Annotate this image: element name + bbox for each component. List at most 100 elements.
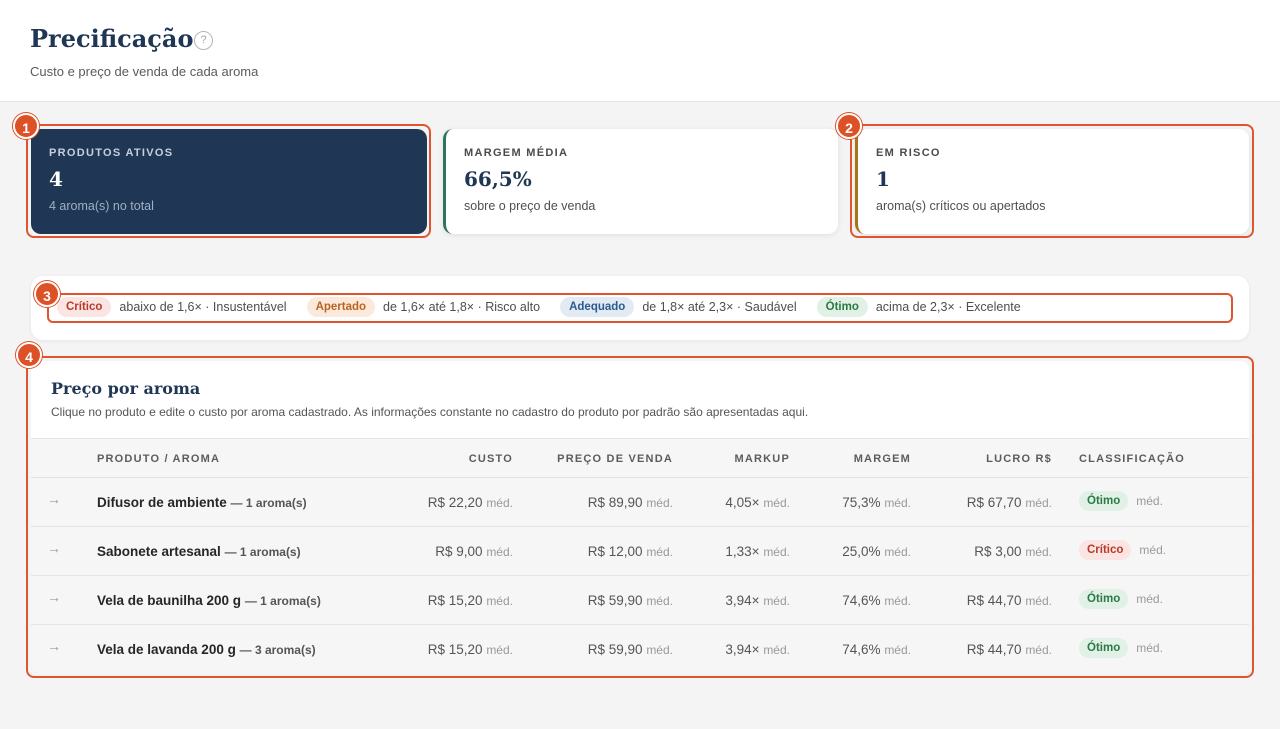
price-value: R$ 89,90 bbox=[587, 495, 643, 510]
margin-value: 75,3% bbox=[842, 495, 881, 510]
annotation-badge-1: 1 bbox=[13, 113, 39, 139]
cell-custo: R$ 15,20 méd. bbox=[428, 593, 513, 608]
product-aroma-count: — 1 aroma(s) bbox=[224, 545, 301, 559]
markup-value: 1,33× bbox=[725, 544, 760, 559]
legend-tag-otimo: Ótimo bbox=[816, 297, 868, 317]
page-header: Precificação ? Custo e preço de venda de… bbox=[0, 0, 1280, 102]
page-subtitle: Custo e preço de venda de cada aroma bbox=[30, 64, 259, 79]
col-header-classificacao: CLASSIFICAÇÃO bbox=[1079, 453, 1186, 465]
table-row[interactable]: → Sabonete artesanal — 1 aroma(s) R$ 9,0… bbox=[31, 527, 1249, 576]
card-label: PRODUTOS ATIVOS bbox=[49, 147, 174, 159]
page-title: Precificação bbox=[30, 24, 194, 53]
status-badge: Crítico bbox=[1079, 540, 1132, 560]
med-label: méd. bbox=[763, 496, 790, 510]
help-icon[interactable]: ? bbox=[194, 31, 213, 50]
annotation-badge-4: 4 bbox=[16, 342, 42, 368]
cost-value: R$ 15,20 bbox=[427, 593, 483, 608]
med-label: méd. bbox=[763, 643, 790, 657]
col-header-produto: PRODUTO / AROMA bbox=[97, 453, 221, 465]
arrow-right-icon[interactable]: → bbox=[47, 638, 61, 654]
col-header-margem: MARGEM bbox=[853, 453, 911, 465]
price-value: R$ 12,00 bbox=[587, 544, 643, 559]
cell-preco: R$ 59,90 méd. bbox=[588, 642, 673, 657]
cell-classificacao: Ótimo méd. bbox=[1079, 589, 1163, 609]
legend-desc-adequado: de 1,8× até 2,3× · Saudável bbox=[642, 300, 797, 314]
legend-desc-critico: abaixo de 1,6× · Insustentável bbox=[119, 300, 287, 314]
col-header-markup: MARKUP bbox=[734, 453, 790, 465]
med-label: méd. bbox=[486, 545, 513, 559]
price-value: R$ 59,90 bbox=[587, 642, 643, 657]
cell-margem: 25,0% méd. bbox=[842, 544, 911, 559]
product-title: Vela de baunilha 200 g bbox=[97, 593, 242, 608]
cell-markup: 4,05× méd. bbox=[725, 495, 790, 510]
card-desc: sobre o preço de venda bbox=[464, 199, 596, 213]
markup-value: 3,94× bbox=[725, 593, 760, 608]
arrow-right-icon[interactable]: → bbox=[47, 491, 61, 507]
profit-value: R$ 44,70 bbox=[966, 642, 1022, 657]
product-aroma-count: — 3 aroma(s) bbox=[239, 643, 316, 657]
cell-margem: 75,3% méd. bbox=[842, 495, 911, 510]
product-aroma-count: — 1 aroma(s) bbox=[230, 496, 307, 510]
table-row[interactable]: → Difusor de ambiente — 1 aroma(s) R$ 22… bbox=[31, 478, 1249, 527]
cell-lucro: R$ 44,70 méd. bbox=[967, 642, 1052, 657]
legend-tag-adequado: Adequado bbox=[560, 297, 635, 317]
med-label: méd. bbox=[646, 643, 673, 657]
price-table-panel: Preço por aroma Clique no produto e edit… bbox=[31, 361, 1249, 673]
card-desc: aroma(s) críticos ou apertados bbox=[876, 199, 1046, 213]
med-label: méd. bbox=[884, 496, 911, 510]
product-name[interactable]: Difusor de ambiente — 1 aroma(s) bbox=[97, 495, 307, 510]
cell-markup: 3,94× méd. bbox=[725, 642, 790, 657]
margin-value: 74,6% bbox=[842, 593, 881, 608]
cell-classificacao: Ótimo méd. bbox=[1079, 491, 1163, 511]
margin-value: 25,0% bbox=[842, 544, 881, 559]
med-label: méd. bbox=[646, 545, 673, 559]
annotation-badge-3: 3 bbox=[34, 281, 60, 307]
card-label: EM RISCO bbox=[876, 147, 941, 159]
product-title: Sabonete artesanal bbox=[97, 544, 221, 559]
med-label: méd. bbox=[1025, 643, 1052, 657]
col-header-lucro: LUCRO R$ bbox=[986, 453, 1052, 465]
card-value: 66,5% bbox=[464, 167, 532, 191]
status-badge: Ótimo bbox=[1079, 491, 1129, 511]
product-name[interactable]: Vela de baunilha 200 g — 1 aroma(s) bbox=[97, 593, 321, 608]
card-value: 4 bbox=[49, 167, 63, 191]
table-row[interactable]: → Vela de baunilha 200 g — 1 aroma(s) R$… bbox=[31, 576, 1249, 625]
classification-legend: Crítico abaixo de 1,6× · Insustentável A… bbox=[31, 276, 1249, 340]
cell-markup: 3,94× méd. bbox=[725, 593, 790, 608]
product-name[interactable]: Sabonete artesanal — 1 aroma(s) bbox=[97, 544, 301, 559]
cell-custo: R$ 15,20 méd. bbox=[428, 642, 513, 657]
product-aroma-count: — 1 aroma(s) bbox=[244, 594, 321, 608]
med-label: méd. bbox=[1136, 641, 1163, 655]
med-label: méd. bbox=[1025, 545, 1052, 559]
arrow-right-icon[interactable]: → bbox=[47, 540, 61, 556]
med-label: méd. bbox=[486, 594, 513, 608]
margin-value: 74,6% bbox=[842, 642, 881, 657]
cell-custo: R$ 22,20 méd. bbox=[428, 495, 513, 510]
cost-value: R$ 15,20 bbox=[427, 642, 483, 657]
arrow-right-icon[interactable]: → bbox=[47, 589, 61, 605]
med-label: méd. bbox=[1025, 594, 1052, 608]
legend-tag-apertado: Apertado bbox=[306, 297, 376, 317]
legend-row: Crítico abaixo de 1,6× · Insustentável A… bbox=[57, 296, 1041, 318]
table-row[interactable]: → Vela de lavanda 200 g — 3 aroma(s) R$ … bbox=[31, 625, 1249, 673]
med-label: méd. bbox=[1136, 592, 1163, 606]
markup-value: 4,05× bbox=[725, 495, 760, 510]
cell-margem: 74,6% méd. bbox=[842, 642, 911, 657]
card-value: 1 bbox=[876, 167, 890, 191]
col-header-custo: CUSTO bbox=[468, 453, 513, 465]
cost-value: R$ 9,00 bbox=[435, 544, 483, 559]
card-label: MARGEM MÉDIA bbox=[464, 147, 569, 159]
table-description: Clique no produto e edite o custo por ar… bbox=[51, 405, 809, 419]
med-label: méd. bbox=[1136, 494, 1163, 508]
product-name[interactable]: Vela de lavanda 200 g — 3 aroma(s) bbox=[97, 642, 316, 657]
legend-desc-otimo: acima de 2,3× · Excelente bbox=[875, 300, 1021, 314]
product-title: Vela de lavanda 200 g bbox=[97, 642, 236, 657]
legend-desc-apertado: de 1,6× até 1,8× · Risco alto bbox=[383, 300, 541, 314]
card-em-risco: EM RISCO 1 aroma(s) críticos ou apertado… bbox=[855, 129, 1249, 234]
cell-classificacao: Crítico méd. bbox=[1079, 540, 1166, 560]
cell-preco: R$ 89,90 méd. bbox=[588, 495, 673, 510]
annotation-badge-2: 2 bbox=[836, 113, 862, 139]
table-column-headers: PRODUTO / AROMA CUSTO PREÇO DE VENDA MAR… bbox=[31, 439, 1249, 478]
med-label: méd. bbox=[646, 496, 673, 510]
card-margem-media: MARGEM MÉDIA 66,5% sobre o preço de vend… bbox=[443, 129, 838, 234]
